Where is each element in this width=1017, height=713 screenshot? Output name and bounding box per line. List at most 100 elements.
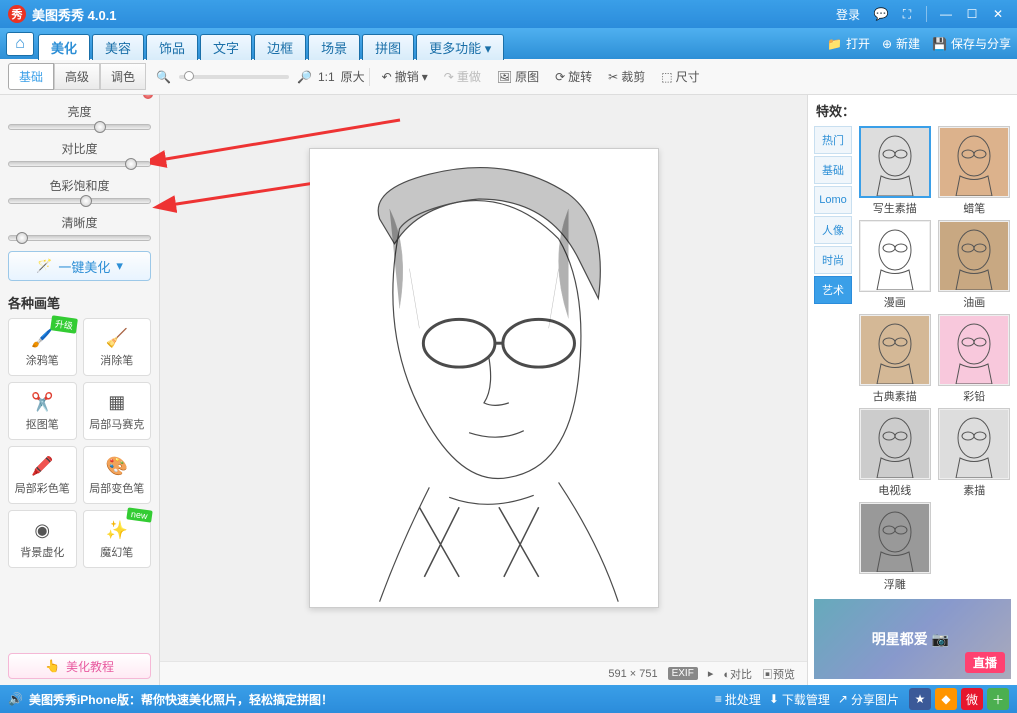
social-add-icon[interactable]: ＋	[987, 688, 1009, 710]
brush-section-title: 各种画笔	[8, 293, 151, 312]
zoom-original[interactable]: 原大	[341, 68, 365, 85]
brightness-slider[interactable]: 亮度	[8, 103, 151, 130]
crop-button[interactable]: ✂裁剪	[608, 68, 645, 85]
brush-局部彩色笔[interactable]: 🖍️局部彩色笔	[8, 446, 77, 504]
size-button[interactable]: ⬚尺寸	[661, 68, 699, 85]
effect-tab-人像[interactable]: 人像	[814, 216, 852, 244]
fullscreen-icon[interactable]: ⛶	[896, 5, 918, 23]
save-icon: 💾	[932, 37, 947, 51]
exif-badge[interactable]: EXIF	[668, 667, 698, 680]
effect-蜡笔[interactable]: 蜡笔	[938, 126, 1012, 216]
brush-消除笔[interactable]: 🧹消除笔	[83, 318, 152, 376]
ad-banner[interactable]: 明星都爱 📷 直播	[814, 599, 1011, 679]
effect-tab-基础[interactable]: 基础	[814, 156, 852, 184]
effect-电视线[interactable]: 电视线	[858, 408, 932, 498]
effect-thumb	[859, 408, 931, 480]
minimize-button[interactable]: —	[935, 5, 957, 23]
brush-背景虚化[interactable]: ◉背景虚化	[8, 510, 77, 568]
effect-thumb	[938, 126, 1010, 198]
rotate-button[interactable]: ⟳旋转	[555, 68, 592, 85]
social-icon-1[interactable]: ★	[909, 688, 931, 710]
effect-素描[interactable]: 素描	[938, 408, 1012, 498]
left-panel: 亮度 对比度 色彩饱和度 清晰度 🪄 一键美化 ▾ 各种画笔 🖌️涂鸦笔升级🧹消…	[0, 95, 160, 685]
badge: new	[127, 507, 153, 522]
size-icon: ⬚	[661, 70, 672, 84]
subtab-调色[interactable]: 调色	[100, 63, 146, 90]
open-button[interactable]: 📁 打开	[827, 35, 870, 52]
brush-魔幻笔[interactable]: ✨魔幻笔new	[83, 510, 152, 568]
effect-tab-时尚[interactable]: 时尚	[814, 246, 852, 274]
tab-美化[interactable]: 美化	[38, 34, 90, 60]
chat-icon[interactable]: 💬	[870, 5, 892, 23]
social-weibo-icon[interactable]: 微	[961, 688, 983, 710]
compare-button[interactable]: ◐对比	[723, 666, 752, 682]
tab-文字[interactable]: 文字	[200, 34, 252, 60]
effect-写生素描[interactable]: 写生素描	[858, 126, 932, 216]
preview-button[interactable]: ▣预览	[762, 666, 795, 682]
sub-toolbar: 基础高级调色 🔍 🔎 1:1 原大 ↶撤销▾ ↷重做 🖼原图 ⟳旋转 ✂裁剪 ⬚…	[0, 59, 1017, 95]
folder-icon: 📁	[827, 37, 842, 51]
brush-icon: ✨	[105, 518, 129, 542]
maximize-button[interactable]: ☐	[961, 5, 983, 23]
reset-dot-icon[interactable]	[143, 95, 153, 99]
subtab-基础[interactable]: 基础	[8, 63, 54, 90]
save-label: 保存与分享	[951, 35, 1011, 52]
brush-icon: 🖍️	[30, 454, 54, 478]
subtab-高级[interactable]: 高级	[54, 63, 100, 90]
effects-title: 特效：	[814, 101, 1011, 120]
brush-局部变色笔[interactable]: 🎨局部变色笔	[83, 446, 152, 504]
brush-icon: ▦	[105, 390, 129, 414]
original-button[interactable]: 🖼原图	[497, 68, 539, 85]
brush-抠图笔[interactable]: ✂️抠图笔	[8, 382, 77, 440]
effect-古典素描[interactable]: 古典素描	[858, 314, 932, 404]
hand-icon: 👆	[45, 659, 60, 673]
tab-饰品[interactable]: 饰品	[146, 34, 198, 60]
status-bar: 🔊 美图秀秀iPhone版：帮你快速美化照片，轻松搞定拼图！ ≡批处理 ⬇下载管…	[0, 685, 1017, 713]
undo-button[interactable]: ↶撤销▾	[382, 68, 428, 85]
sharpness-slider[interactable]: 清晰度	[8, 214, 151, 241]
brush-局部马赛克[interactable]: ▦局部马赛克	[83, 382, 152, 440]
tutorial-button[interactable]: 👆 美化教程	[8, 653, 151, 679]
redo-button[interactable]: ↷重做	[444, 68, 481, 85]
download-button[interactable]: ⬇下载管理	[769, 691, 830, 708]
canvas-image[interactable]	[309, 148, 659, 608]
social-icon-2[interactable]: ◆	[935, 688, 957, 710]
effect-tab-艺术[interactable]: 艺术	[814, 276, 852, 304]
zoom-in-icon[interactable]: 🔎	[297, 70, 312, 84]
tab-边框[interactable]: 边框	[254, 34, 306, 60]
saturation-slider[interactable]: 色彩饱和度	[8, 177, 151, 204]
brush-icon: 🎨	[105, 454, 129, 478]
share-button[interactable]: ↗分享图片	[838, 691, 899, 708]
download-icon: ⬇	[769, 692, 779, 706]
login-link[interactable]: 登录	[836, 6, 860, 23]
effect-tab-热门[interactable]: 热门	[814, 126, 852, 154]
batch-button[interactable]: ≡批处理	[715, 691, 761, 708]
app-logo-icon: 秀	[8, 5, 26, 23]
close-button[interactable]: ✕	[987, 5, 1009, 23]
tab-美容[interactable]: 美容	[92, 34, 144, 60]
home-button[interactable]: ⌂	[6, 32, 34, 56]
zoom-slider[interactable]	[179, 75, 289, 79]
ad-tag: 直播	[965, 652, 1005, 673]
effect-彩铅[interactable]: 彩铅	[938, 314, 1012, 404]
brush-涂鸦笔[interactable]: 🖌️涂鸦笔升级	[8, 318, 77, 376]
tab-场景[interactable]: 场景	[308, 34, 360, 60]
batch-icon: ≡	[715, 692, 722, 706]
effect-漫画[interactable]: 漫画	[858, 220, 932, 310]
effect-浮雕[interactable]: 浮雕	[858, 502, 932, 592]
right-panel: 特效： 热门基础Lomo人像时尚艺术 写生素描蜡笔漫画油画古典素描彩铅电视线素描…	[807, 95, 1017, 685]
effect-油画[interactable]: 油画	[938, 220, 1012, 310]
one-click-beautify-button[interactable]: 🪄 一键美化 ▾	[8, 251, 151, 281]
title-bar: 秀 美图秀秀 4.0.1 登录 💬 ⛶ — ☐ ✕	[0, 0, 1017, 28]
new-button[interactable]: ⊕ 新建	[882, 35, 920, 52]
tab-拼图[interactable]: 拼图	[362, 34, 414, 60]
camera-icon: 📷	[932, 631, 949, 648]
canvas-info: 591 × 751 EXIF ▸ ◐对比 ▣预览	[160, 661, 807, 685]
sound-icon[interactable]: 🔊	[8, 692, 23, 706]
tab-更多功能[interactable]: 更多功能 ▾	[416, 34, 504, 60]
contrast-slider[interactable]: 对比度	[8, 140, 151, 167]
zoom-out-icon[interactable]: 🔍	[156, 70, 171, 84]
save-share-button[interactable]: 💾 保存与分享	[932, 35, 1011, 52]
status-msg: 美图秀秀iPhone版：帮你快速美化照片，轻松搞定拼图！	[29, 691, 333, 708]
effect-tab-Lomo[interactable]: Lomo	[814, 186, 852, 214]
